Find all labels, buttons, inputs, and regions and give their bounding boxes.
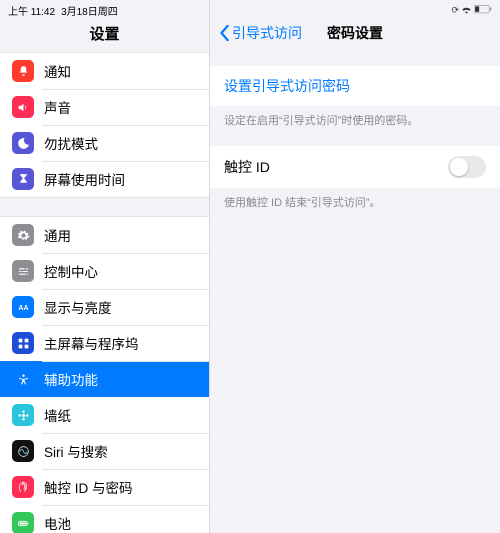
orientation-lock-icon: ⟳: [451, 5, 459, 16]
status-bar-right: ⟳: [210, 0, 500, 18]
sidebar-item-accessibility[interactable]: 辅助功能: [0, 361, 209, 397]
sidebar-item-sounds[interactable]: 声音: [0, 89, 209, 125]
sidebar-item-controlcenter[interactable]: 控制中心: [0, 253, 209, 289]
access-icon: [12, 368, 34, 390]
sidebar-item-label: 通用: [44, 225, 71, 245]
sidebar-item-label: 辅助功能: [44, 369, 98, 389]
sidebar: 上午 11:42 3月18日周四 设置 通知声音勿扰模式屏幕使用时间通用控制中心…: [0, 0, 210, 533]
sidebar-item-screentime[interactable]: 屏幕使用时间: [0, 161, 209, 197]
sidebar-item-label: 屏幕使用时间: [44, 169, 125, 189]
aa-icon: AA: [12, 296, 34, 318]
status-bar: 上午 11:42 3月18日周四: [0, 0, 209, 18]
sidebar-item-general[interactable]: 通用: [0, 217, 209, 253]
speaker-icon: [12, 96, 34, 118]
sidebar-item-dnd[interactable]: 勿扰模式: [0, 125, 209, 161]
annotation-arrow: [472, 80, 500, 500]
finger-icon: [12, 476, 34, 498]
hourglass-icon: [12, 168, 34, 190]
set-passcode-label: 设置引导式访问密码: [224, 76, 350, 96]
touchid-toggle[interactable]: [448, 156, 486, 178]
sidebar-item-label: 控制中心: [44, 261, 98, 281]
sidebar-item-label: 声音: [44, 97, 71, 117]
sidebar-item-label: 主屏幕与程序坞: [44, 333, 139, 353]
set-passcode-footer: 设定在启用“引导式访问”时使用的密码。: [210, 106, 500, 128]
nav-bar: 引导式访问 密码设置: [210, 18, 500, 48]
sidebar-item-homescreen[interactable]: 主屏幕与程序坞: [0, 325, 209, 361]
sidebar-item-notifications[interactable]: 通知: [0, 53, 209, 89]
siri-icon: [12, 440, 34, 462]
status-date: 3月18日周四: [61, 3, 118, 18]
sidebar-item-siri[interactable]: Siri 与搜索: [0, 433, 209, 469]
detail-pane: ⟳ 引导式访问 密码设置 设置引导式访问密码 设定在启用“引导式访问”时使用的密…: [210, 0, 500, 533]
moon-icon: [12, 132, 34, 154]
sidebar-item-wallpaper[interactable]: 墙纸: [0, 397, 209, 433]
svg-text:AA: AA: [18, 305, 28, 312]
sidebar-item-label: 显示与亮度: [44, 297, 112, 317]
battery-icon: [12, 512, 34, 533]
sidebar-item-display[interactable]: AA 显示与亮度: [0, 289, 209, 325]
sidebar-item-touchid[interactable]: 触控 ID 与密码: [0, 469, 209, 505]
nav-title: 密码设置: [210, 23, 500, 43]
flower-icon: [12, 404, 34, 426]
set-passcode-cell[interactable]: 设置引导式访问密码: [210, 66, 500, 106]
sidebar-item-label: Siri 与搜索: [44, 441, 108, 461]
battery-icon: [474, 5, 492, 16]
grid-icon: [12, 332, 34, 354]
sidebar-item-label: 电池: [44, 513, 71, 533]
sidebar-title: 设置: [0, 18, 209, 52]
sidebar-item-label: 墙纸: [44, 405, 71, 425]
sidebar-item-label: 触控 ID 与密码: [44, 477, 133, 497]
gear-icon: [12, 224, 34, 246]
bell-icon: [12, 60, 34, 82]
status-time: 上午 11:42: [8, 3, 55, 18]
touchid-footer: 使用触控 ID 结束“引导式访问”。: [210, 188, 500, 210]
touchid-label: 触控 ID: [224, 157, 270, 177]
wifi-icon: [461, 5, 472, 16]
sidebar-item-label: 勿扰模式: [44, 133, 98, 153]
sidebar-item-battery[interactable]: 电池: [0, 505, 209, 533]
touchid-cell[interactable]: 触控 ID: [210, 146, 500, 188]
sidebar-item-label: 通知: [44, 61, 71, 81]
sliders-icon: [12, 260, 34, 282]
